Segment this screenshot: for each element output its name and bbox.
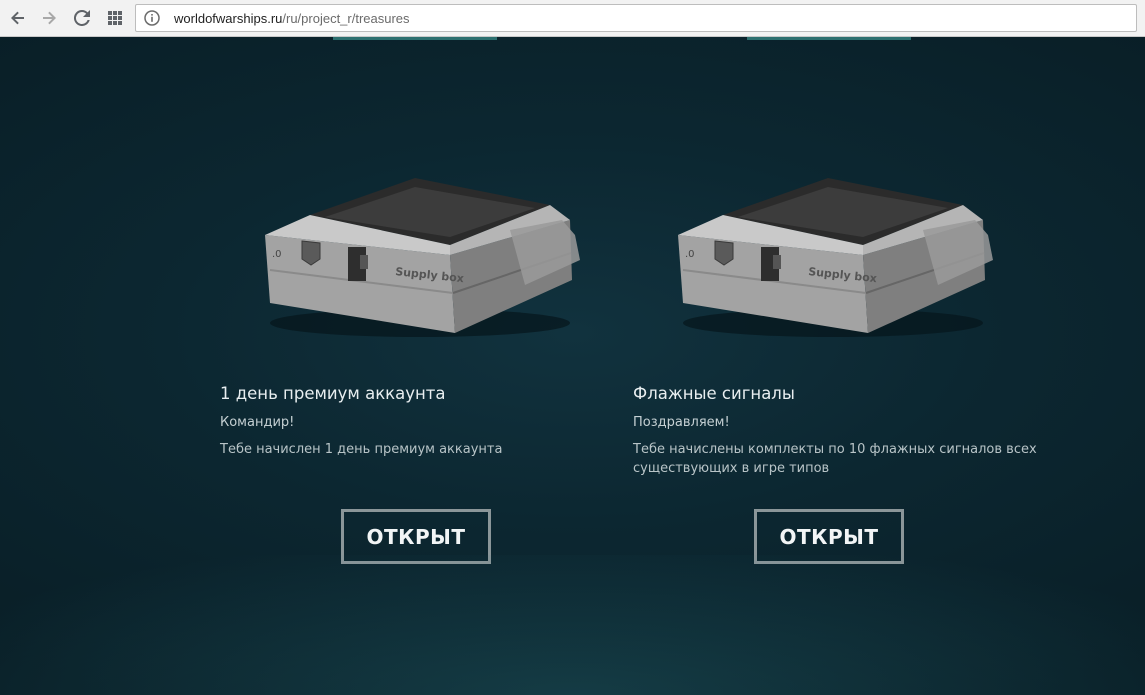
reward-title: Флажные сигналы <box>633 384 795 403</box>
arrow-right-icon <box>43 11 56 25</box>
forward-button[interactable] <box>37 6 61 30</box>
back-button[interactable] <box>6 6 30 30</box>
apps-grid-icon <box>108 11 122 25</box>
reward-greeting: Поздравляем! <box>633 415 730 430</box>
reward-greeting: Командир! <box>220 415 295 430</box>
arrow-left-icon <box>11 11 24 25</box>
url-path: /ru/project_r/treasures <box>282 11 410 26</box>
reload-icon <box>74 10 90 26</box>
supply-box-image: Supply box .0 <box>265 178 580 337</box>
open-button[interactable]: ОТКРЫТ <box>341 509 491 564</box>
treasures-page: Supply box .0 1 день премиум аккаунта Ко… <box>0 37 1145 695</box>
svg-text:.0: .0 <box>272 249 282 260</box>
supply-box-image: Supply box .0 <box>678 178 993 337</box>
browser-toolbar: worldofwarships.ru/ru/project_r/treasure… <box>0 0 1145 37</box>
reload-button[interactable] <box>70 6 94 30</box>
url-text[interactable]: worldofwarships.ru/ru/project_r/treasure… <box>174 11 410 26</box>
address-bar[interactable]: worldofwarships.ru/ru/project_r/treasure… <box>135 4 1137 32</box>
reward-description: Тебе начислен 1 день премиум аккаунта <box>220 442 503 457</box>
open-button[interactable]: ОТКРЫТ <box>754 509 904 564</box>
svg-text:.0: .0 <box>685 249 695 260</box>
apps-button[interactable] <box>103 6 127 30</box>
reward-title: 1 день премиум аккаунта <box>220 384 446 403</box>
reward-description: Тебе начислены комплекты по 10 флажных с… <box>633 442 1037 476</box>
reward-card-premium: Supply box .0 1 день премиум аккаунта Ко… <box>220 37 640 637</box>
url-host: worldofwarships.ru <box>174 11 283 26</box>
reward-card-flags: Supply box .0 Флажные сигналы Поздравляе… <box>633 37 1053 637</box>
info-icon[interactable] <box>144 10 160 26</box>
